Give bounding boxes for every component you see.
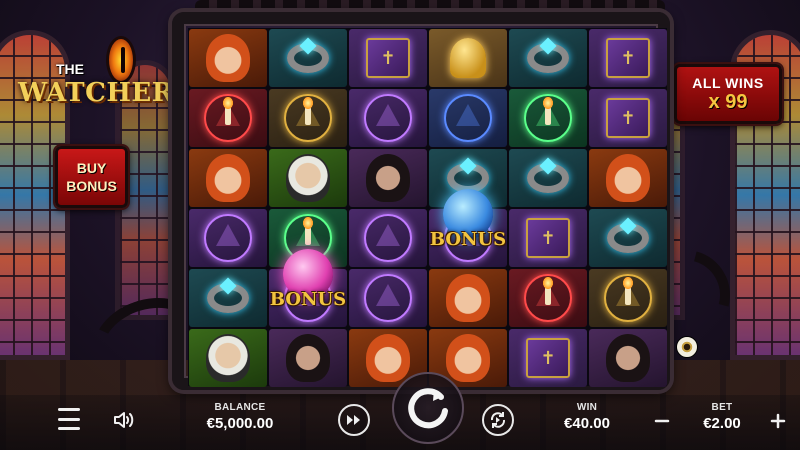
reel-cell-ring bbox=[589, 209, 667, 267]
reel-cell-priest bbox=[269, 149, 347, 207]
reel-cell-witch bbox=[189, 149, 267, 207]
reel-cell-book: ✝ bbox=[509, 329, 587, 387]
purple-rune-symbol-icon bbox=[364, 214, 412, 262]
bonus-symbol: BONUS bbox=[262, 249, 354, 319]
man-symbol-icon bbox=[366, 154, 410, 202]
blue-rune-symbol-icon bbox=[444, 94, 492, 142]
witch-symbol-icon bbox=[366, 334, 410, 382]
bonus-symbol: BONUS bbox=[422, 189, 514, 259]
win-display: WIN €40.00 bbox=[552, 402, 622, 432]
ring-symbol-icon bbox=[527, 163, 569, 193]
bonus-label: BONUS bbox=[269, 289, 347, 310]
man-symbol-icon bbox=[286, 334, 330, 382]
ring-symbol-icon bbox=[207, 283, 249, 313]
candle-icon bbox=[543, 97, 553, 125]
candle-icon bbox=[623, 277, 633, 305]
reel-cell-man bbox=[269, 329, 347, 387]
book-symbol-icon: ✝ bbox=[606, 38, 650, 78]
reel-cell-book: ✝ bbox=[589, 89, 667, 147]
buy-bonus-label-line2: BONUS bbox=[66, 178, 117, 194]
bonus-label: BONUS bbox=[429, 229, 507, 250]
priest-symbol-icon bbox=[206, 334, 250, 382]
bell-symbol-icon bbox=[450, 38, 486, 78]
reel-cell-witch bbox=[429, 269, 507, 327]
witch-symbol-icon bbox=[206, 34, 250, 82]
book-symbol-icon: ✝ bbox=[526, 338, 570, 378]
balance-value: €5,000.00 bbox=[206, 415, 274, 432]
reel-cell-sym-purple bbox=[349, 269, 427, 327]
reel-cell-ring bbox=[509, 149, 587, 207]
purple-rune-symbol-icon bbox=[204, 214, 252, 262]
ring-symbol-icon bbox=[527, 43, 569, 73]
logo-the-text: THE bbox=[56, 61, 84, 77]
reel-cell-ring bbox=[189, 269, 267, 327]
bet-label: BET bbox=[711, 402, 733, 413]
reel-cell-man bbox=[349, 149, 427, 207]
logo-title-text: WATCHER bbox=[18, 78, 174, 108]
spin-icon bbox=[408, 388, 448, 429]
all-wins-multiplier-panel: ALL WINS x 99 bbox=[674, 64, 782, 124]
witch-symbol-icon bbox=[446, 274, 490, 322]
man-symbol-icon bbox=[606, 334, 650, 382]
reel-cell-sym-purple bbox=[349, 209, 427, 267]
reel-cell-book: ✝ bbox=[509, 209, 587, 267]
reel-cell-candle-red bbox=[189, 89, 267, 147]
purple-rune-symbol-icon bbox=[364, 94, 412, 142]
reel-cell-book: ✝ bbox=[349, 29, 427, 87]
candle-icon bbox=[543, 277, 553, 305]
bet-increase-button[interactable] bbox=[766, 409, 790, 433]
minus-icon bbox=[654, 419, 670, 423]
buy-bonus-button[interactable]: BUY BONUS bbox=[55, 146, 128, 208]
ring-symbol-icon bbox=[287, 43, 329, 73]
reel-cell-priest bbox=[189, 329, 267, 387]
bet-decrease-button[interactable] bbox=[650, 409, 674, 433]
bet-display: BET €2.00 bbox=[690, 402, 754, 432]
reel-cell-sym-purple bbox=[349, 89, 427, 147]
reel-cell-sym-purple bbox=[189, 209, 267, 267]
plus-icon bbox=[770, 413, 786, 429]
reel-cell-book: ✝ bbox=[589, 29, 667, 87]
turbo-icon[interactable] bbox=[338, 404, 370, 436]
witch-symbol-icon bbox=[606, 154, 650, 202]
ring-symbol-icon bbox=[607, 223, 649, 253]
witch-symbol-icon bbox=[206, 154, 250, 202]
menu-icon[interactable] bbox=[56, 408, 82, 430]
book-symbol-icon: ✝ bbox=[526, 218, 570, 258]
reel-cell-sym-green bbox=[509, 89, 587, 147]
balance-display: BALANCE €5,000.00 bbox=[190, 402, 290, 432]
candle-icon bbox=[223, 97, 233, 125]
reel-cell-man bbox=[589, 329, 667, 387]
candle-icon bbox=[303, 217, 313, 245]
witch-symbol-icon bbox=[446, 334, 490, 382]
book-symbol-icon: ✝ bbox=[366, 38, 410, 78]
purple-rune-symbol-icon bbox=[364, 274, 412, 322]
book-symbol-icon: ✝ bbox=[606, 98, 650, 138]
all-wins-multiplier: x 99 bbox=[708, 90, 748, 113]
all-wins-label: ALL WINS bbox=[692, 74, 764, 91]
reel-cell-sym-blue bbox=[429, 89, 507, 147]
game-logo: THE WATCHER bbox=[18, 36, 174, 124]
win-value: €40.00 bbox=[564, 415, 610, 432]
reel-cell-witch bbox=[589, 149, 667, 207]
win-label: WIN bbox=[576, 402, 598, 413]
reel-cell-ring bbox=[269, 29, 347, 87]
autoplay-icon[interactable] bbox=[482, 404, 514, 436]
bet-value: €2.00 bbox=[703, 415, 741, 432]
priest-symbol-icon bbox=[286, 154, 330, 202]
reel-cell-ring bbox=[509, 29, 587, 87]
candle-icon bbox=[303, 97, 313, 125]
eyeball-decoration-icon bbox=[676, 336, 698, 358]
buy-bonus-label-line1: BUY bbox=[76, 160, 107, 176]
reel-cell-candle-gold bbox=[589, 269, 667, 327]
balance-label: BALANCE bbox=[214, 402, 266, 413]
reel-cell-witch bbox=[189, 29, 267, 87]
reel-cell-candle-red bbox=[509, 269, 587, 327]
watcher-eye-icon bbox=[106, 36, 136, 84]
reel-cell-bell bbox=[429, 29, 507, 87]
sound-icon[interactable] bbox=[112, 408, 136, 432]
reel-cell-candle-gold bbox=[269, 89, 347, 147]
spin-button[interactable] bbox=[392, 372, 464, 444]
